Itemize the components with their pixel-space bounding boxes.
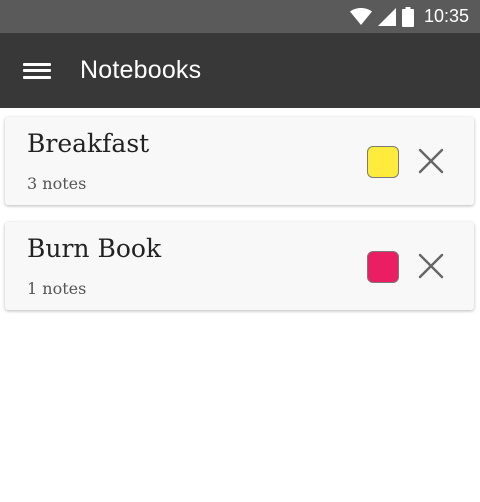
notebook-note-count: 1 notes bbox=[27, 279, 87, 298]
delete-notebook-button[interactable] bbox=[413, 143, 449, 179]
notebook-color-swatch[interactable] bbox=[367, 146, 399, 178]
wifi-icon bbox=[349, 7, 372, 25]
close-icon bbox=[418, 148, 444, 174]
status-time: 10:35 bbox=[423, 6, 469, 26]
notebook-note-count: 3 notes bbox=[27, 174, 87, 193]
delete-notebook-button[interactable] bbox=[413, 248, 449, 284]
status-bar: 10:35 bbox=[0, 0, 480, 33]
close-icon bbox=[418, 253, 444, 279]
notebook-list: Breakfast 3 notes Burn Book 1 notes bbox=[5, 117, 474, 327]
notebook-name: Burn Book bbox=[27, 234, 162, 263]
signal-icon bbox=[377, 7, 396, 26]
app-bar: Notebooks bbox=[0, 33, 480, 108]
notebook-card[interactable]: Burn Book 1 notes bbox=[5, 222, 474, 310]
menu-icon[interactable] bbox=[23, 61, 51, 81]
notebook-name: Breakfast bbox=[27, 129, 150, 158]
notebook-color-swatch[interactable] bbox=[367, 251, 399, 283]
notebook-card[interactable]: Breakfast 3 notes bbox=[5, 117, 474, 205]
battery-icon bbox=[401, 6, 414, 27]
page-title: Notebooks bbox=[80, 56, 202, 84]
status-icons bbox=[349, 6, 414, 27]
